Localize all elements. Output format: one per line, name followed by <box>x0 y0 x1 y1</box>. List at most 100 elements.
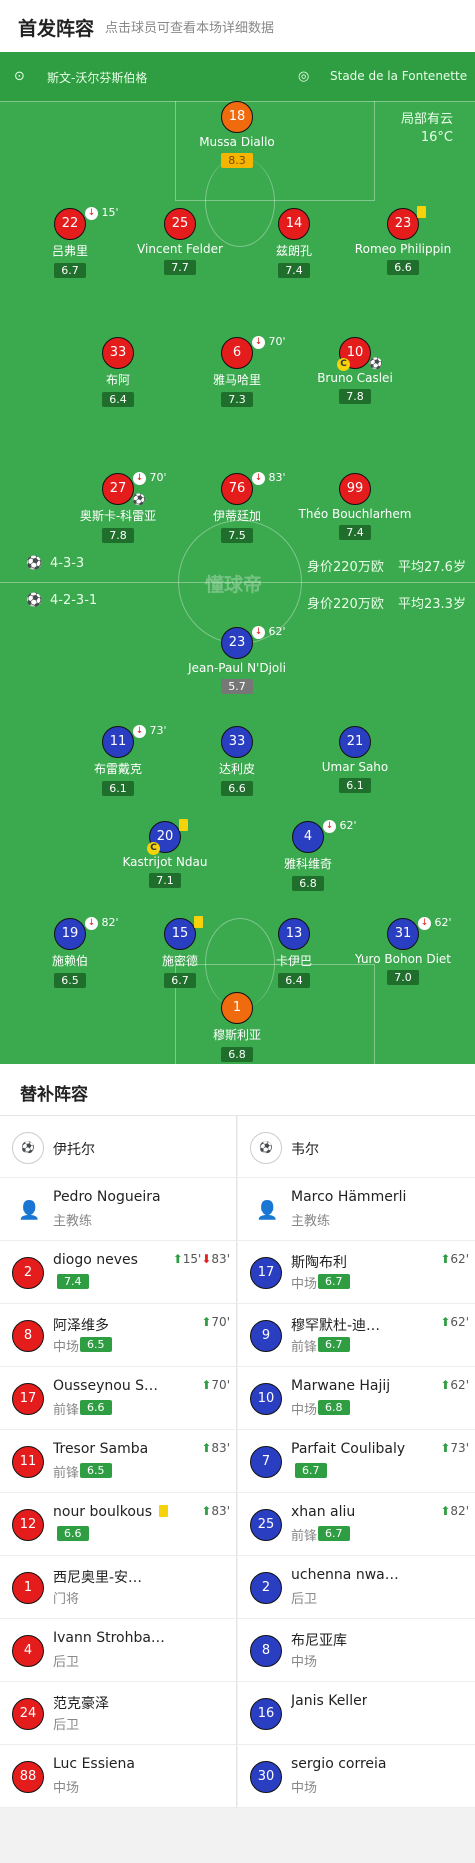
player-rating: 6.5 <box>54 973 86 988</box>
sub-icon: ⬆ <box>440 1378 451 1392</box>
bench-player-row[interactable]: 88 Luc Essiena 中场 <box>0 1745 236 1808</box>
bench-player-rating: 7.4 <box>57 1274 89 1289</box>
player[interactable]: 20 Kastrijot Ndau 7.1 C <box>100 819 230 888</box>
coach-avatar-icon: 👤 <box>256 1200 279 1221</box>
bench-player-row[interactable]: 8 阿泽维多 中场 6.5 ⬆70' <box>0 1304 236 1367</box>
bench-player-row[interactable]: 30 sergio correia 中场 <box>238 1745 475 1808</box>
coach-role: 主教练 <box>53 1214 93 1229</box>
player[interactable]: 33 达利皮 6.6 <box>172 726 302 796</box>
player[interactable]: 23 Romeo Philippin 6.6 <box>338 206 468 275</box>
coach-role: 主教练 <box>291 1214 331 1229</box>
player-name: 布雷戴克 <box>93 762 142 776</box>
bench-player-row[interactable]: 1 西尼奥里-安… 门将 <box>0 1556 236 1619</box>
bench-player-row[interactable]: 12 nour boulkous 6.6 ⬆83' <box>0 1493 236 1556</box>
player-name: Mussa Diallo <box>199 135 275 149</box>
player-name: 布阿 <box>105 373 130 387</box>
bench-player-row[interactable]: 4 Ivann Strohba… 后卫 <box>0 1619 236 1682</box>
player[interactable]: 31 Yuro Bohon Diet 7.0 ↓ 62' <box>338 916 468 985</box>
player[interactable]: 11 布雷戴克 6.1 ↓ 73' <box>53 724 183 796</box>
player-name: Théo Bouchlarhem <box>298 507 412 521</box>
bench-team-row[interactable]: ⚽ 伊托尔 <box>0 1116 236 1178</box>
sub-times: ⬆62' <box>440 1378 469 1392</box>
bench-player-row[interactable]: 7 Parfait Coulibaly 6.7 ⬆73' <box>238 1430 475 1493</box>
bench-player-name: Parfait Coulibaly <box>291 1441 406 1457</box>
player-number: 15 <box>164 918 196 950</box>
player[interactable]: 99 Théo Bouchlarhem 7.4 <box>290 473 420 540</box>
bench-player-name: xhan aliu <box>291 1504 356 1520</box>
page-title: 首发阵容 <box>18 18 95 40</box>
stadium-label: Stade de la Fontenette <box>330 69 468 83</box>
sub-icon: ⬆ <box>440 1252 451 1266</box>
bench-right: ⚽ 韦尔 👤 Marco Hämmerli 主教练 17 斯陶布利 中场 6.7 ⬆62… <box>238 1116 475 1808</box>
player[interactable]: 27 奥斯卡-科雷亚 7.8 ↓ 70' ⚽ <box>53 471 183 543</box>
coach-name: Pedro Nogueira <box>53 1189 161 1205</box>
sub-off-indicator: ↓ 70' <box>252 335 286 349</box>
bench-player-row[interactable]: 10 Marwane Hajij 中场 6.8 ⬆62' <box>238 1367 475 1430</box>
player[interactable]: 76 伊蒂廷加 7.5 ↓ 83' <box>172 471 302 543</box>
sub-off-indicator: ↓ 73' <box>133 724 167 738</box>
player-rating: 7.4 <box>339 525 371 540</box>
bench-player-row[interactable]: 16 Janis Keller <box>238 1682 475 1745</box>
player-name: 奥斯卡-科雷亚 <box>79 509 157 523</box>
sub-off-indicator: ↓ 62' <box>252 625 286 639</box>
player-rating: 7.8 <box>102 528 134 543</box>
bench-player-row[interactable]: 2 diogo neves 7.4 ⬆15'⬇83' <box>0 1241 236 1304</box>
sub-time: 62' <box>450 1252 469 1266</box>
bench-player-row[interactable]: 8 布尼亚库 中场 <box>238 1619 475 1682</box>
bench-player-row[interactable]: 25 xhan aliu 前锋 6.7 ⬆82' <box>238 1493 475 1556</box>
player-name: 穆斯利亚 <box>212 1028 261 1042</box>
player[interactable]: 1 穆斯利亚 6.8 <box>172 992 302 1062</box>
bench-player-position: 中场 <box>291 1781 318 1796</box>
bench-player-number: 11 <box>12 1446 44 1478</box>
bench-player-row[interactable]: 24 范克豪泽 后卫 <box>0 1682 236 1745</box>
bench-player-row[interactable]: 2 uchenna nwa… 后卫 <box>238 1556 475 1619</box>
bench-player-row[interactable]: 17 斯陶布利 中场 6.7 ⬆62' <box>238 1241 475 1304</box>
bench-player-rating: 6.5 <box>80 1337 112 1352</box>
bench-player-row[interactable]: 11 Tresor Samba 前锋 6.5 ⬆83' <box>0 1430 236 1493</box>
bench-player-number: 24 <box>12 1698 44 1730</box>
bench-team-row[interactable]: ⚽ 韦尔 <box>238 1116 475 1178</box>
sub-time: 15' <box>182 1252 202 1266</box>
sub-times: ⬆83' <box>201 1504 230 1518</box>
sub-time: 70' <box>211 1378 230 1392</box>
bench-player-position: 中场 <box>291 1277 318 1292</box>
sub-times: ⬆82' <box>440 1504 469 1518</box>
sub-icon: ⬆ <box>201 1315 212 1329</box>
sub-icon: ⬇ <box>201 1252 212 1266</box>
sub-times: ⬆83' <box>201 1441 230 1455</box>
bench-player-row[interactable]: 9 穆罕默杜-迪… 前锋 6.7 ⬆62' <box>238 1304 475 1367</box>
player[interactable]: 15 施密德 6.7 <box>115 916 245 988</box>
sub-time: 62' <box>268 625 286 638</box>
sub-time: 82' <box>450 1504 469 1518</box>
player[interactable]: 4 雅科维奇 6.8 ↓ 62' <box>243 819 373 891</box>
bench-player-rating: 6.6 <box>80 1400 112 1415</box>
player-name: Yuro Bohon Diet <box>355 952 451 966</box>
player-name: Kastrijot Ndau <box>122 855 208 869</box>
sub-icon: ⬆ <box>201 1378 212 1392</box>
bench-player-position: 后卫 <box>53 1718 80 1733</box>
player[interactable]: 6 雅马哈里 7.3 ↓ 70' <box>172 335 302 407</box>
sub-off-icon: ↓ <box>252 471 265 485</box>
weather-condition: 局部有云 <box>400 112 453 127</box>
sub-time: 62' <box>450 1315 469 1329</box>
player[interactable]: 10 Bruno Caslei 7.8 C ⚽ <box>290 337 420 404</box>
player[interactable]: 18 Mussa Diallo 8.3 <box>172 101 302 168</box>
player[interactable]: 25 Vincent Felder 7.7 <box>115 208 245 275</box>
coach-row[interactable]: 👤 Pedro Nogueira 主教练 <box>0 1178 236 1241</box>
bench-player-row[interactable]: 17 Ousseynou S… 前锋 6.6 ⬆70' <box>0 1367 236 1430</box>
sub-times: ⬆73' <box>440 1441 469 1455</box>
player[interactable]: 33 布阿 6.4 <box>53 337 183 407</box>
sub-time: 73' <box>149 724 167 737</box>
whistle-icon: ⊙ <box>14 69 25 84</box>
coach-row[interactable]: 👤 Marco Hämmerli 主教练 <box>238 1178 475 1241</box>
player[interactable]: 23 Jean-Paul N'Djoli 5.7 ↓ 62' <box>172 625 302 694</box>
player[interactable]: 21 Umar Saho 6.1 <box>290 726 420 793</box>
yellow-card-icon <box>194 916 203 928</box>
player-number: 33 <box>102 337 134 369</box>
weather: 局部有云 16°C <box>401 111 453 147</box>
sub-off-icon: ↓ <box>252 335 265 349</box>
bench-player-rating: 6.5 <box>80 1463 112 1478</box>
sub-off-icon: ↓ <box>85 916 98 930</box>
player-number: 27 <box>102 473 134 505</box>
sub-icon: ⬆ <box>440 1441 451 1455</box>
